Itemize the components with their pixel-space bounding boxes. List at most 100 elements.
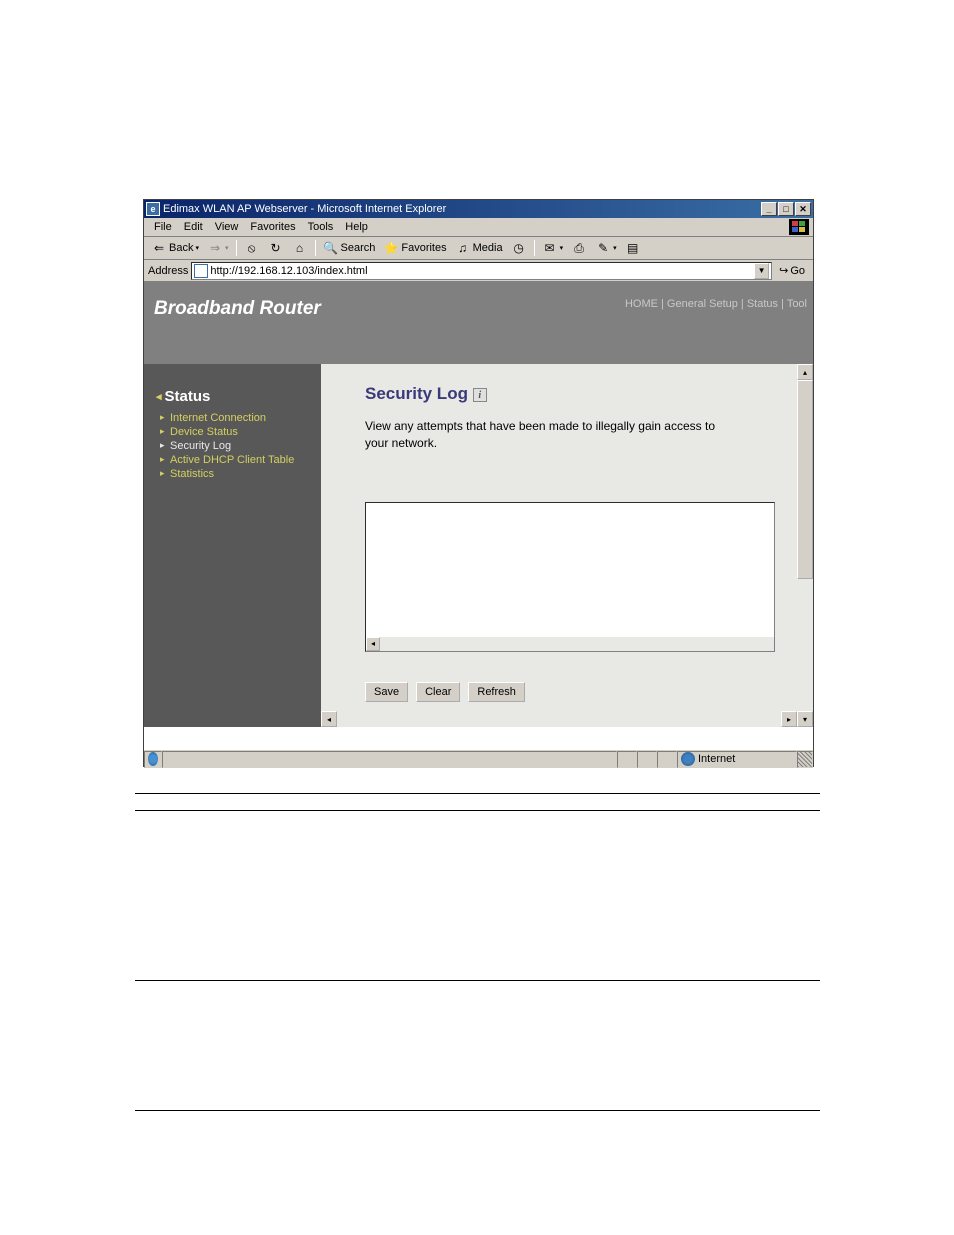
search-icon: 🔍 xyxy=(323,240,339,256)
minimize-button[interactable]: _ xyxy=(761,202,777,216)
save-button[interactable]: Save xyxy=(365,682,408,702)
status-icon-cell xyxy=(144,751,162,768)
favorites-icon: ⭐ xyxy=(383,240,399,256)
favorites-button[interactable]: ⭐ Favorites xyxy=(380,239,449,257)
heading-text: Security Log xyxy=(365,384,468,403)
scrollbar-vertical[interactable]: ▴ ▾ xyxy=(797,364,813,727)
menu-tools[interactable]: Tools xyxy=(302,219,340,235)
menu-favorites[interactable]: Favorites xyxy=(244,219,301,235)
refresh-button[interactable]: ↻ xyxy=(265,239,287,257)
scrollbar-horizontal[interactable]: ◂ ▸ xyxy=(321,711,797,727)
nav-status[interactable]: Status xyxy=(747,298,778,310)
main-content: Security Log i View any attempts that ha… xyxy=(321,364,813,712)
media-button[interactable]: ♫ Media xyxy=(452,239,506,257)
search-button[interactable]: 🔍 Search xyxy=(320,239,379,257)
edit-button[interactable]: ✎▾ xyxy=(592,239,620,257)
scroll-track[interactable] xyxy=(797,380,813,711)
refresh-icon: ↻ xyxy=(268,240,284,256)
globe-icon xyxy=(681,752,695,766)
stop-icon: ⦸ xyxy=(244,240,260,256)
ie-app-icon: e xyxy=(146,202,160,216)
status-cell xyxy=(617,751,637,768)
discuss-icon: ▤ xyxy=(625,240,641,256)
document-rule xyxy=(135,810,820,811)
nav-tool[interactable]: Tool xyxy=(787,298,807,310)
go-label: Go xyxy=(790,265,805,277)
maximize-button[interactable]: □ xyxy=(778,202,794,216)
go-icon: ↪ xyxy=(779,264,788,277)
back-label: Back xyxy=(169,242,193,254)
media-icon: ♫ xyxy=(455,240,471,256)
media-label: Media xyxy=(473,242,503,254)
refresh-log-button[interactable]: Refresh xyxy=(468,682,525,702)
ie-status-icon xyxy=(148,752,158,766)
address-label: Address xyxy=(148,265,188,277)
search-label: Search xyxy=(341,242,376,254)
titlebar: e Edimax WLAN AP Webserver - Microsoft I… xyxy=(144,200,813,218)
back-button[interactable]: ⇐ Back ▾ xyxy=(148,239,202,257)
forward-arrow-icon: ⇒ xyxy=(207,240,223,256)
scroll-thumb[interactable] xyxy=(797,380,813,579)
address-input-wrap: ▼ xyxy=(191,262,772,280)
clear-button[interactable]: Clear xyxy=(416,682,460,702)
go-button[interactable]: ↪ Go xyxy=(775,264,809,277)
sidebar-item-device-status[interactable]: Device Status xyxy=(156,425,311,439)
scroll-up-button[interactable]: ▴ xyxy=(797,364,813,380)
zone-label: Internet xyxy=(698,753,735,765)
discuss-button[interactable]: ▤ xyxy=(622,239,644,257)
mail-button[interactable]: ✉▾ xyxy=(539,239,567,257)
page-icon xyxy=(194,264,208,278)
forward-button[interactable]: ⇒ ▾ xyxy=(204,239,232,257)
toolbar: ⇐ Back ▾ ⇒ ▾ ⦸ ↻ ⌂ 🔍 Search ⭐ Favorites … xyxy=(144,237,813,260)
main-panel: Security Log i View any attempts that ha… xyxy=(321,364,813,727)
scroll-left-button[interactable]: ◂ xyxy=(366,637,380,651)
page-description: View any attempts that have been made to… xyxy=(365,418,735,452)
scroll-track[interactable] xyxy=(337,711,781,727)
sidebar-item-security-log[interactable]: Security Log xyxy=(156,439,311,453)
menubar: File Edit View Favorites Tools Help xyxy=(144,218,813,237)
sidebar-item-statistics[interactable]: Statistics xyxy=(156,467,311,481)
security-zone: Internet xyxy=(677,751,797,768)
address-input[interactable] xyxy=(210,265,754,277)
menu-edit[interactable]: Edit xyxy=(178,219,209,235)
history-button[interactable]: ◷ xyxy=(508,239,530,257)
resize-grip[interactable] xyxy=(797,751,813,768)
help-icon[interactable]: i xyxy=(473,388,487,402)
page-heading: Security Log i xyxy=(365,384,783,404)
status-cell xyxy=(637,751,657,768)
document-rule xyxy=(135,1110,820,1111)
router-brand: Broadband Router xyxy=(154,298,321,320)
nav-home[interactable]: HOME xyxy=(625,298,658,310)
toolbar-separator xyxy=(315,240,316,256)
dropdown-icon: ▾ xyxy=(225,244,229,252)
home-button[interactable]: ⌂ xyxy=(289,239,311,257)
stop-button[interactable]: ⦸ xyxy=(241,239,263,257)
dropdown-icon: ▾ xyxy=(195,244,199,252)
nav-general[interactable]: General Setup xyxy=(667,298,738,310)
menu-view[interactable]: View xyxy=(209,219,245,235)
window-title: Edimax WLAN AP Webserver - Microsoft Int… xyxy=(163,203,761,215)
menu-file[interactable]: File xyxy=(148,219,178,235)
scroll-down-button[interactable]: ▾ xyxy=(797,711,813,727)
print-button[interactable]: ⎙ xyxy=(568,239,590,257)
scroll-left-button[interactable]: ◂ xyxy=(321,711,337,727)
menu-help[interactable]: Help xyxy=(339,219,374,235)
router-header: Broadband Router HOME | General Setup | … xyxy=(144,282,813,364)
sidebar-item-internet-connection[interactable]: Internet Connection xyxy=(156,411,311,425)
log-textarea[interactable]: ◂ xyxy=(365,502,775,652)
addressbar: Address ▼ ↪ Go xyxy=(144,260,813,282)
content-area: Broadband Router HOME | General Setup | … xyxy=(144,282,813,749)
sidebar-item-dhcp-client-table[interactable]: Active DHCP Client Table xyxy=(156,453,311,467)
back-arrow-icon: ⇐ xyxy=(151,240,167,256)
favorites-label: Favorites xyxy=(401,242,446,254)
mail-icon: ✉ xyxy=(542,240,558,256)
top-nav: HOME | General Setup | Status | Tool xyxy=(625,298,807,310)
close-button[interactable]: ✕ xyxy=(795,202,811,216)
scroll-track[interactable] xyxy=(380,637,774,651)
address-dropdown-button[interactable]: ▼ xyxy=(754,263,769,279)
router-body: Status Internet Connection Device Status… xyxy=(144,364,813,727)
log-scrollbar-horizontal[interactable]: ◂ xyxy=(366,637,774,651)
edit-icon: ✎ xyxy=(595,240,611,256)
windows-logo-icon xyxy=(789,219,809,235)
scroll-right-button[interactable]: ▸ xyxy=(781,711,797,727)
